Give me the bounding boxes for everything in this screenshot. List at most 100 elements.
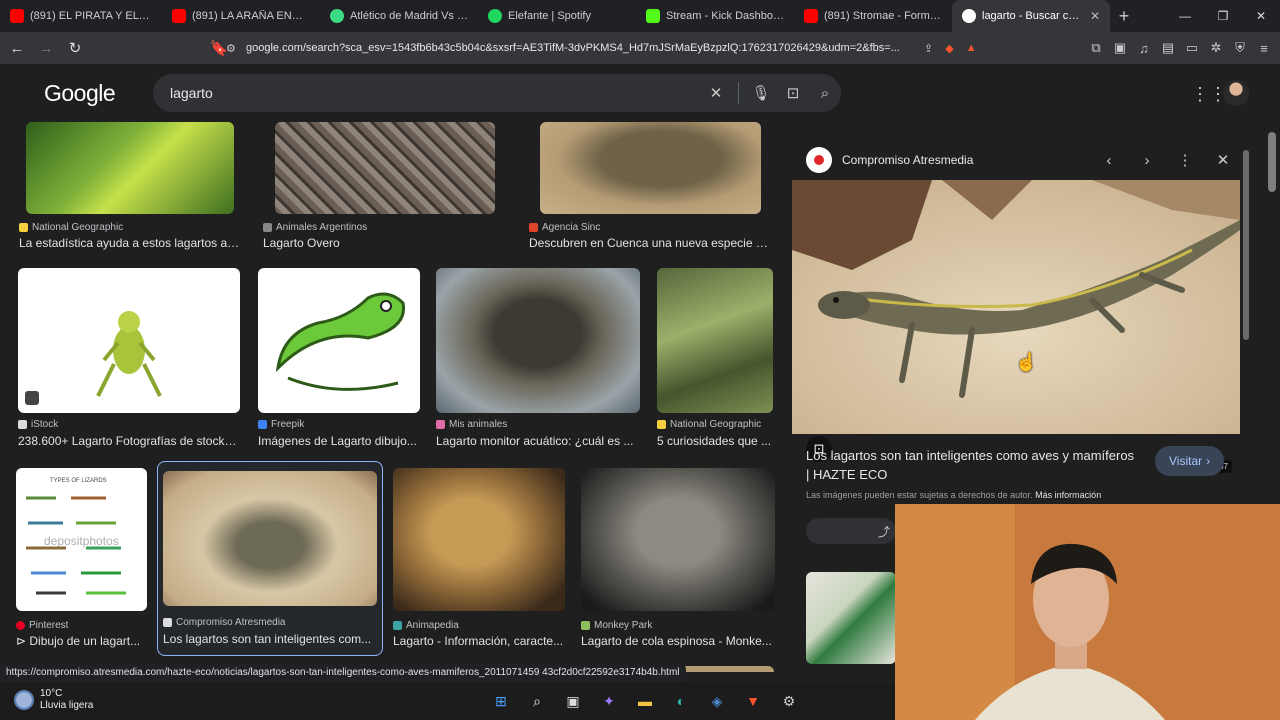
- result-source: Animales Argentinos: [263, 222, 367, 233]
- clear-icon[interactable]: ✕: [700, 84, 732, 102]
- source-favicon-icon: [258, 420, 267, 429]
- menu-icon[interactable]: ≡: [1256, 36, 1272, 60]
- webcam-video: [895, 504, 1280, 720]
- search-box[interactable]: lagarto ✕ 🎙 ⊡ ⌕: [153, 74, 841, 112]
- new-tab-icon[interactable]: +: [1110, 6, 1138, 27]
- minimize-icon[interactable]: —: [1166, 0, 1204, 32]
- iguana-drawing: [275, 292, 406, 391]
- screenshot-icon[interactable]: ▣: [1112, 36, 1128, 60]
- more-info-link[interactable]: Más información: [1035, 490, 1101, 500]
- related-image[interactable]: [806, 572, 896, 664]
- browser-tab[interactable]: (891) EL PIRATA Y EL MATADOR: [0, 0, 162, 32]
- result-image[interactable]: [18, 268, 240, 413]
- back-icon[interactable]: ←: [5, 36, 29, 60]
- browser-tab[interactable]: Stream - Kick Dashboard: [636, 0, 794, 32]
- source-favicon-icon: [16, 621, 25, 630]
- search-icon[interactable]: ⌕: [524, 688, 550, 714]
- brave-icon[interactable]: ▼: [740, 688, 766, 714]
- result-image[interactable]: [26, 122, 234, 214]
- browser-tab[interactable]: (891) Stromae - Formidable: [794, 0, 952, 32]
- music-icon[interactable]: ♫: [1136, 36, 1152, 60]
- result-image[interactable]: [540, 122, 761, 214]
- source-favicon-icon: [657, 420, 666, 429]
- sidebar-icon[interactable]: ▤: [1160, 36, 1176, 60]
- microphone-icon[interactable]: 🎙: [745, 84, 777, 102]
- more-options-icon[interactable]: ⋮: [1166, 151, 1204, 169]
- result-caption[interactable]: ⊳ Dibujo de un lagart...: [16, 634, 147, 648]
- reload-icon[interactable]: ↻: [63, 36, 87, 60]
- result-caption[interactable]: Lagarto - Información, caracte...: [393, 634, 565, 648]
- source-favicon-icon: [19, 223, 28, 232]
- copilot-icon[interactable]: ✦: [596, 688, 622, 714]
- result-caption[interactable]: 5 curiosidades que ...: [657, 434, 773, 448]
- edge-icon[interactable]: ◐: [668, 688, 694, 714]
- rewards-icon[interactable]: ▲: [966, 42, 977, 54]
- settings-icon[interactable]: ⚙: [776, 688, 802, 714]
- share-button[interactable]: ⤴: [806, 518, 896, 544]
- result-caption[interactable]: Lagarto monitor acuático: ¿cuál es ...: [436, 434, 640, 448]
- forward-icon[interactable]: →: [34, 36, 58, 60]
- youtube-icon: [804, 9, 818, 23]
- result-image[interactable]: [393, 468, 565, 611]
- lizard-photo: [792, 180, 1240, 434]
- result-image[interactable]: [275, 122, 495, 214]
- panel-source[interactable]: Compromiso Atresmedia: [842, 153, 1090, 167]
- webcam-overlay: [895, 504, 1280, 720]
- next-icon[interactable]: ›: [1128, 152, 1166, 169]
- atresmedia-logo-icon: [806, 147, 832, 173]
- site-info-icon[interactable]: ⚙: [226, 42, 236, 55]
- search-input[interactable]: lagarto: [170, 85, 700, 101]
- result-caption[interactable]: Descubren en Cuenca una nueva especie cr…: [529, 236, 769, 250]
- result-image[interactable]: [657, 268, 773, 413]
- start-icon[interactable]: ⊞: [488, 688, 514, 714]
- maximize-icon[interactable]: ❐: [1204, 0, 1242, 32]
- search-icon[interactable]: ⌕: [809, 85, 841, 102]
- store-icon[interactable]: ◈: [704, 688, 730, 714]
- address-bar[interactable]: ⚙ google.com/search?sca_esv=1543fb6b43c5…: [220, 36, 995, 60]
- result-image[interactable]: [258, 268, 420, 413]
- visit-label: Visitar: [1169, 454, 1203, 468]
- tab-title: Elefante | Spotify: [508, 10, 591, 22]
- tab-title: Stream - Kick Dashboard: [666, 10, 784, 22]
- result-caption[interactable]: Imágenes de Lagarto dibujo...: [258, 434, 420, 448]
- previous-icon[interactable]: ‹: [1090, 152, 1128, 169]
- browser-tab[interactable]: (891) LA ARAÑA ENCAMINO: [162, 0, 320, 32]
- google-logo[interactable]: Google: [44, 80, 116, 107]
- task-view-icon[interactable]: ▣: [560, 688, 586, 714]
- extension-icon[interactable]: ⧉: [1088, 36, 1104, 60]
- panel-scrollbar[interactable]: [1243, 150, 1249, 340]
- save-icon[interactable]: [25, 391, 39, 405]
- result-caption[interactable]: La estadística ayuda a estos lagartos a …: [19, 236, 241, 250]
- vpn-icon[interactable]: ⛨: [1232, 36, 1248, 60]
- avatar[interactable]: [1223, 80, 1249, 106]
- brave-shield-icon[interactable]: ◆: [945, 42, 953, 55]
- temperature: 10°C: [40, 688, 63, 699]
- close-tab-icon[interactable]: ✕: [1090, 9, 1100, 23]
- result-image[interactable]: [163, 471, 377, 606]
- visit-button[interactable]: Visitar ›: [1155, 446, 1225, 476]
- close-window-icon[interactable]: ✕: [1242, 0, 1280, 32]
- browser-tab[interactable]: Atlético de Madrid Vs Union: [320, 0, 478, 32]
- close-panel-icon[interactable]: ✕: [1204, 151, 1242, 169]
- page-scrollbar[interactable]: [1268, 132, 1276, 192]
- lens-icon[interactable]: ⊡: [777, 84, 809, 102]
- result-image[interactable]: [581, 468, 775, 611]
- result-caption[interactable]: 238.600+ Lagarto Fotografías de stock, .…: [18, 434, 238, 448]
- panel-title[interactable]: Los lagartos son tan inteligentes como a…: [806, 446, 1136, 484]
- file-explorer-icon[interactable]: ▬: [632, 688, 658, 714]
- result-caption[interactable]: Lagarto Overo: [263, 236, 493, 250]
- window-controls: — ❐ ✕: [1166, 0, 1280, 32]
- windows-taskbar: 10°C Lluvia ligera ⊞ ⌕ ▣ ✦ ▬ ◐ ◈ ▼ ⚙: [0, 682, 900, 720]
- browser-tab-active[interactable]: lagarto - Buscar con Google ✕: [952, 0, 1110, 32]
- result-image[interactable]: TYPES OF LIZARDS depositphotos: [16, 468, 147, 611]
- weather-widget[interactable]: 10°C Lluvia ligera: [14, 688, 93, 712]
- result-image[interactable]: [436, 268, 640, 413]
- result-caption[interactable]: Lagarto de cola espinosa - Monke...: [581, 634, 775, 648]
- browser-tab[interactable]: Elefante | Spotify: [478, 0, 636, 32]
- result-caption[interactable]: Los lagartos son tan inteligentes com...: [163, 632, 375, 646]
- preview-image[interactable]: ⊡ 1,000 × 567: [792, 180, 1240, 473]
- wallet-icon[interactable]: ▭: [1184, 36, 1200, 60]
- puzzle-icon[interactable]: ✲: [1208, 36, 1224, 60]
- youtube-icon: [10, 9, 24, 23]
- share-icon[interactable]: ⇪: [924, 42, 933, 55]
